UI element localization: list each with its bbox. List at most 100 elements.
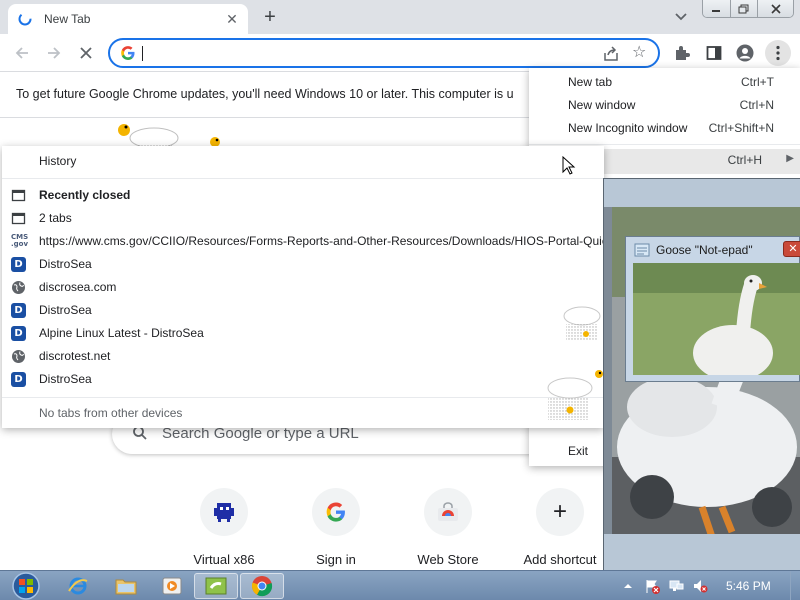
pixel-invader-icon — [214, 503, 234, 522]
forward-arrow-icon — [48, 47, 61, 59]
window-titlebar[interactable] — [604, 179, 800, 207]
distrosea-favicon: D — [11, 303, 26, 318]
distrosea-favicon: D — [11, 372, 26, 387]
tab-close-icon[interactable]: ✕ — [222, 9, 242, 29]
history-entry[interactable]: D Alpine Linux Latest - DistroSea — [2, 322, 604, 345]
side-panel-glyph — [706, 46, 722, 60]
other-devices-note: No tabs from other devices — [2, 402, 604, 425]
tab-search-chevron-icon[interactable] — [672, 8, 690, 26]
history-entry-label: 2 tabs — [39, 211, 72, 225]
add-plus-icon: + — [552, 498, 567, 525]
show-desktop-button[interactable] — [790, 571, 800, 600]
notepad-icon — [634, 243, 650, 257]
menu-item-exit[interactable]: Exit — [529, 436, 603, 466]
history-submenu: History Recently closed 2 tabs CMS .gov h… — [2, 146, 604, 428]
menu-item-label: New window — [568, 98, 636, 112]
shortcut-web-store[interactable]: Web Store — [398, 488, 498, 567]
volume-muted-icon[interactable] — [692, 578, 708, 594]
menu-item-label: Exit — [568, 444, 589, 458]
media-player-icon — [162, 577, 182, 595]
shortcut-label: Web Store — [417, 552, 479, 567]
action-center-flag-icon[interactable] — [644, 578, 660, 594]
shortcut-add[interactable]: + Add shortcut — [510, 488, 610, 567]
goose-app-icon — [205, 577, 227, 595]
history-entry[interactable]: discrosea.com — [2, 276, 604, 299]
taskbar-internet-explorer[interactable] — [56, 573, 100, 599]
google-g-icon — [326, 502, 345, 522]
history-entry[interactable]: D DistroSea — [2, 368, 604, 391]
notepad-close-button[interactable]: ✕ — [783, 241, 800, 257]
history-entry[interactable]: 2 tabs — [2, 207, 604, 230]
taskbar-clock[interactable]: 5:46 PM — [726, 579, 771, 593]
address-bar[interactable]: ☆ — [108, 38, 660, 68]
menu-item-shortcut: Ctrl+Shift+N — [708, 121, 774, 135]
profile-avatar-icon[interactable] — [735, 43, 755, 63]
history-menu-item[interactable]: History — [2, 150, 604, 173]
window-controls — [702, 0, 794, 18]
shortcut-virtual-x86[interactable]: Virtual x86 — [174, 488, 274, 567]
extensions-puzzle-icon[interactable] — [672, 43, 692, 63]
shortcut-tile — [200, 488, 248, 536]
menu-separator — [529, 144, 800, 145]
back-button[interactable] — [10, 41, 34, 65]
history-entry[interactable]: D DistroSea — [2, 299, 604, 322]
menu-item-new-tab[interactable]: New tab Ctrl+T — [529, 71, 800, 94]
bookmark-star-icon[interactable]: ☆ — [632, 44, 650, 62]
network-icon[interactable] — [668, 578, 684, 594]
history-entry[interactable]: D DistroSea — [2, 253, 604, 276]
goose-notepad-window[interactable]: Goose "Not-epad" ✕ — [625, 236, 800, 382]
text-cursor — [142, 46, 143, 61]
loading-spinner-icon — [18, 12, 32, 26]
history-entry-label: https://www.cms.gov/CCIIO/Resources/Form… — [39, 234, 604, 248]
history-entry[interactable]: CMS .gov https://www.cms.gov/CCIIO/Resour… — [2, 230, 604, 253]
stop-button[interactable] — [74, 41, 98, 65]
window-icon — [11, 189, 26, 202]
shortcut-tile: + — [536, 488, 584, 536]
chrome-icon — [251, 576, 273, 597]
tab-title: New Tab — [44, 12, 91, 26]
menu-item-label: New Incognito window — [568, 121, 688, 135]
infobar-message: To get future Google Chrome updates, you… — [16, 87, 514, 101]
show-hidden-icons-arrow-icon[interactable] — [620, 578, 636, 594]
menu-item-shortcut: Ctrl+T — [741, 75, 774, 89]
share-icon[interactable] — [602, 45, 620, 63]
distrosea-favicon: D — [11, 257, 26, 272]
restore-button[interactable] — [730, 0, 759, 17]
history-entry-label: DistroSea — [39, 303, 92, 317]
close-window-button[interactable] — [758, 0, 793, 17]
taskbar-goose-app[interactable] — [194, 573, 238, 599]
forward-button[interactable] — [42, 41, 66, 65]
tab-new-tab[interactable]: New Tab ✕ — [8, 4, 248, 34]
menu-separator — [2, 397, 604, 398]
menu-item-new-window[interactable]: New window Ctrl+N — [529, 94, 800, 117]
taskbar-file-explorer[interactable] — [104, 573, 148, 599]
submenu-arrow-icon: ▶ — [786, 153, 794, 164]
web-store-icon — [438, 502, 458, 521]
new-tab-button[interactable]: + — [258, 6, 282, 30]
browser-toolbar: ☆ — [0, 34, 800, 72]
history-entry[interactable]: discrotest.net — [2, 345, 604, 368]
taskbar-media-player[interactable] — [150, 573, 194, 599]
globe-icon — [12, 350, 25, 363]
chrome-menu-button[interactable] — [765, 40, 791, 66]
google-g-icon — [121, 46, 135, 60]
internet-explorer-icon — [68, 577, 88, 595]
avatar-glyph — [736, 44, 754, 62]
minimize-button[interactable] — [703, 0, 731, 17]
taskbar-chrome[interactable] — [240, 573, 284, 599]
three-dots-icon — [776, 45, 780, 61]
puzzle-icon — [676, 46, 690, 60]
recently-closed-header: Recently closed — [2, 184, 604, 207]
history-entry-label: DistroSea — [39, 257, 92, 271]
minimize-icon — [712, 9, 721, 12]
shortcut-sign-in[interactable]: Sign in — [286, 488, 386, 567]
shortcut-tile — [424, 488, 472, 536]
tab-strip: New Tab ✕ + — [0, 0, 800, 34]
mouse-cursor-icon — [562, 156, 576, 175]
windows-taskbar: 5:46 PM — [0, 570, 800, 600]
start-button-icon[interactable] — [6, 572, 46, 600]
shortcut-label: Add shortcut — [523, 552, 597, 567]
side-panel-icon[interactable] — [704, 43, 724, 63]
stop-x-icon — [80, 47, 92, 59]
menu-item-new-incognito-window[interactable]: New Incognito window Ctrl+Shift+N — [529, 117, 800, 140]
